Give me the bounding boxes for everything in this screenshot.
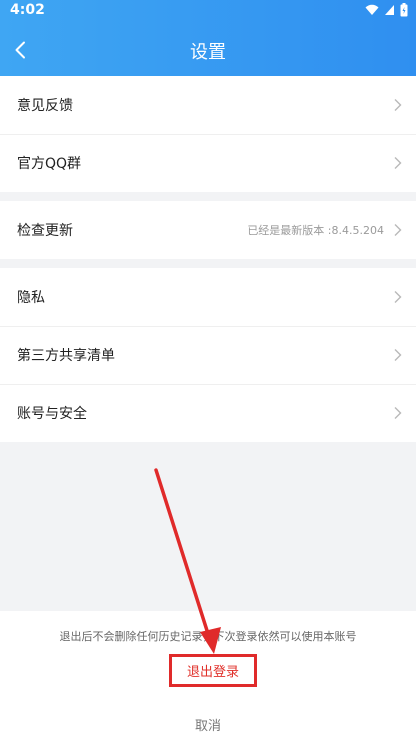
status-icons [365, 3, 408, 17]
wifi-icon [365, 4, 379, 15]
page-title: 设置 [190, 42, 226, 63]
settings-row-third-party-list[interactable]: 第三方共享清单 [0, 326, 416, 384]
settings-group-1: 意见反馈 官方QQ群 [0, 76, 416, 192]
chevron-right-icon [394, 224, 402, 236]
settings-row-account-security[interactable]: 账号与安全 [0, 384, 416, 442]
cancel-button[interactable]: 取消 [0, 715, 416, 734]
chevron-right-icon [394, 349, 402, 361]
settings-row-check-update[interactable]: 检查更新 已经是最新版本 :8.4.5.204 [0, 201, 416, 259]
settings-row-qq-group[interactable]: 官方QQ群 [0, 134, 416, 192]
row-label: 隐私 [17, 290, 45, 306]
settings-group-3: 隐私 第三方共享清单 账号与安全 [0, 268, 416, 442]
header-bar: 4:02 设置 [0, 0, 416, 76]
settings-row-privacy[interactable]: 隐私 [0, 268, 416, 326]
row-label: 第三方共享清单 [17, 348, 115, 364]
settings-row-feedback[interactable]: 意见反馈 [0, 76, 416, 134]
cell-signal-icon [385, 5, 394, 15]
row-label: 意见反馈 [17, 98, 73, 114]
status-bar: 4:02 [0, 0, 416, 22]
chevron-right-icon [394, 407, 402, 419]
row-label: 账号与安全 [17, 406, 87, 422]
logout-hint: 退出后不会删除任何历史记录，下次登录依然可以使用本账号 [59, 630, 357, 643]
logout-button[interactable]: 退出登录 [187, 661, 239, 680]
row-label: 官方QQ群 [17, 156, 82, 172]
chevron-right-icon [394, 157, 402, 169]
chevron-right-icon [394, 99, 402, 111]
chevron-right-icon [394, 291, 402, 303]
version-status: 已经是最新版本 :8.4.5.204 [247, 224, 384, 237]
row-label: 检查更新 [17, 223, 73, 239]
logout-sheet: 退出后不会删除任何历史记录，下次登录依然可以使用本账号 退出登录 取消 [0, 611, 416, 745]
annotation-highlight-box: 退出登录 [169, 654, 257, 687]
settings-group-2: 检查更新 已经是最新版本 :8.4.5.204 [0, 201, 416, 259]
battery-icon [400, 3, 408, 17]
status-time: 4:02 [10, 2, 45, 18]
